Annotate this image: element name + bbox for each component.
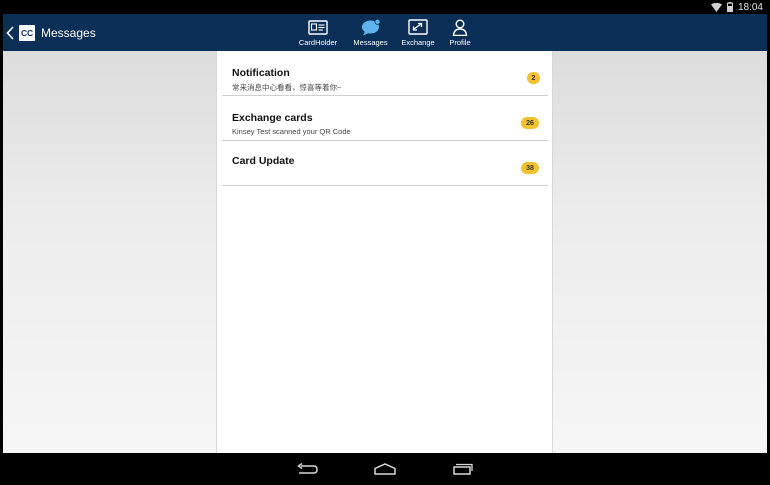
- back-button[interactable]: CC Messages: [6, 14, 96, 51]
- message-item-exchange-cards[interactable]: Exchange cards Kinsey Test scanned your …: [222, 96, 548, 141]
- count-badge: 38: [521, 162, 539, 174]
- clock: 18:04: [737, 1, 763, 13]
- battery-icon: [726, 2, 733, 12]
- tab-profile[interactable]: Profile: [442, 14, 478, 51]
- tab-messages-label: Messages: [353, 38, 388, 47]
- message-item-card-update[interactable]: Card Update 38: [222, 141, 548, 186]
- home-icon[interactable]: [372, 461, 398, 477]
- message-title: Exchange cards: [232, 112, 313, 124]
- tab-profile-label: Profile: [449, 38, 471, 47]
- count-badge: 26: [521, 117, 539, 129]
- message-subtitle: 常来消息中心看看，惊喜等着你~: [232, 83, 342, 92]
- screen: 18:04 CC Messages CardHolder Messages Ex…: [3, 0, 767, 485]
- status-icons: 18:04: [710, 0, 763, 14]
- chevron-left-icon: [6, 25, 16, 41]
- message-subtitle: Kinsey Test scanned your QR Code: [232, 127, 351, 136]
- tab-messages[interactable]: Messages: [348, 14, 393, 51]
- message-title: Notification: [232, 67, 290, 79]
- message-item-notification[interactable]: Notification 常来消息中心看看，惊喜等着你~ 2: [222, 51, 548, 96]
- status-bar: 18:04: [3, 0, 767, 14]
- chat-bubble-icon: [361, 18, 381, 36]
- system-nav-bar: [3, 453, 767, 485]
- tab-cardholder[interactable]: CardHolder: [295, 14, 341, 51]
- app-logo: CC: [19, 24, 35, 41]
- wifi-icon: [710, 2, 722, 12]
- content-area: Notification 常来消息中心看看，惊喜等着你~ 2 Exchange …: [3, 51, 767, 453]
- app-bar: CC Messages CardHolder Messages Exchange…: [3, 14, 767, 51]
- back-icon[interactable]: [294, 461, 320, 477]
- tab-exchange-label: Exchange: [401, 38, 435, 47]
- id-card-icon: [308, 18, 328, 36]
- exchange-icon: [408, 18, 428, 36]
- person-icon: [452, 18, 468, 36]
- tab-cardholder-label: CardHolder: [298, 38, 338, 47]
- count-badge: 2: [527, 72, 540, 84]
- page-title: Messages: [41, 25, 96, 40]
- message-title: Card Update: [232, 155, 295, 167]
- messages-panel: Notification 常来消息中心看看，惊喜等着你~ 2 Exchange …: [216, 51, 553, 453]
- tab-exchange[interactable]: Exchange: [398, 14, 438, 51]
- recent-apps-icon[interactable]: [449, 461, 475, 477]
- nav-tabs: CardHolder Messages Exchange Profile: [293, 14, 478, 51]
